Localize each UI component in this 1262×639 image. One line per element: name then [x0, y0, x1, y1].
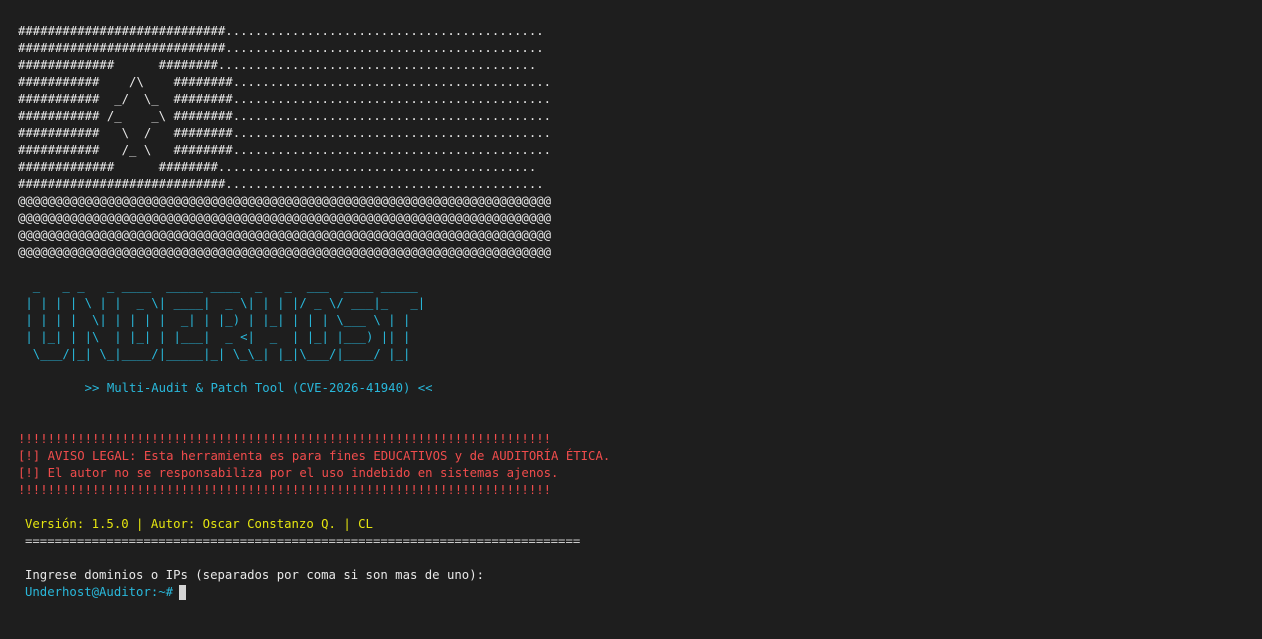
legal-warning: !!!!!!!!!!!!!!!!!!!!!!!!!!!!!!!!!!!!!!!!… [18, 431, 1262, 499]
banner-line: \___/|_| \_|____/|_____|_| \_\_| |_|\___… [18, 347, 426, 361]
version-info: Versión: 1.5.0 | Autor: Oscar Constanzo … [25, 517, 373, 531]
logo-line: ########### /\ ########.................… [18, 75, 552, 89]
logo-line: ############################............… [18, 24, 544, 38]
text-cursor[interactable] [179, 585, 187, 600]
banner-line: | |_| | |\ | |_| | |___| _ <| _ | |_| |_… [18, 330, 426, 344]
terminal-window[interactable]: ############################............… [0, 0, 1262, 639]
tool-tagline: >> Multi-Audit & Patch Tool (CVE-2026-41… [18, 381, 433, 395]
logo-line: ########### /_ \ ########...............… [18, 143, 552, 157]
banner-line: | | | | \ | | _ \| ____| _ \| | | |/ _ \… [18, 296, 426, 310]
logo-line: ############# ########..................… [18, 58, 537, 72]
banner-line: | | | | \| | | | | _| | |_) | |_| | | | … [18, 313, 426, 327]
logo-line: ############################............… [18, 177, 544, 191]
logo-line: ########### \ / ########................… [18, 126, 552, 140]
logo-line: ########### _/ \_ ########..............… [18, 92, 552, 106]
logo-line: @@@@@@@@@@@@@@@@@@@@@@@@@@@@@@@@@@@@@@@@… [18, 228, 552, 242]
separator-rule: ========================================… [25, 534, 581, 548]
warning-line-1: [!] AVISO LEGAL: Esta herramienta es par… [18, 449, 611, 463]
warning-border-bottom: !!!!!!!!!!!!!!!!!!!!!!!!!!!!!!!!!!!!!!!!… [18, 483, 552, 497]
ascii-logo: ############################............… [18, 23, 1262, 261]
logo-line: ############################............… [18, 41, 544, 55]
logo-line: ########### /_ _\ ########..............… [18, 109, 552, 123]
logo-line: @@@@@@@@@@@@@@@@@@@@@@@@@@@@@@@@@@@@@@@@… [18, 245, 552, 259]
warning-line-2: [!] El autor no se responsabiliza por el… [18, 466, 559, 480]
input-prompt-label: Ingrese dominios o IPs (separados por co… [25, 568, 485, 582]
logo-line: @@@@@@@@@@@@@@@@@@@@@@@@@@@@@@@@@@@@@@@@… [18, 194, 552, 208]
ascii-banner: _ _ _ _ ____ _____ ____ _ _ ___ ____ ___… [18, 278, 1262, 363]
command-line[interactable]: Underhost@Auditor:~# [18, 584, 1262, 601]
warning-border-top: !!!!!!!!!!!!!!!!!!!!!!!!!!!!!!!!!!!!!!!!… [18, 432, 552, 446]
shell-prompt: Underhost@Auditor:~# [25, 585, 174, 599]
logo-line: ############# ########..................… [18, 160, 537, 174]
logo-line: @@@@@@@@@@@@@@@@@@@@@@@@@@@@@@@@@@@@@@@@… [18, 211, 552, 225]
banner-line: _ _ _ _ ____ _____ ____ _ _ ___ ____ ___… [18, 279, 426, 293]
